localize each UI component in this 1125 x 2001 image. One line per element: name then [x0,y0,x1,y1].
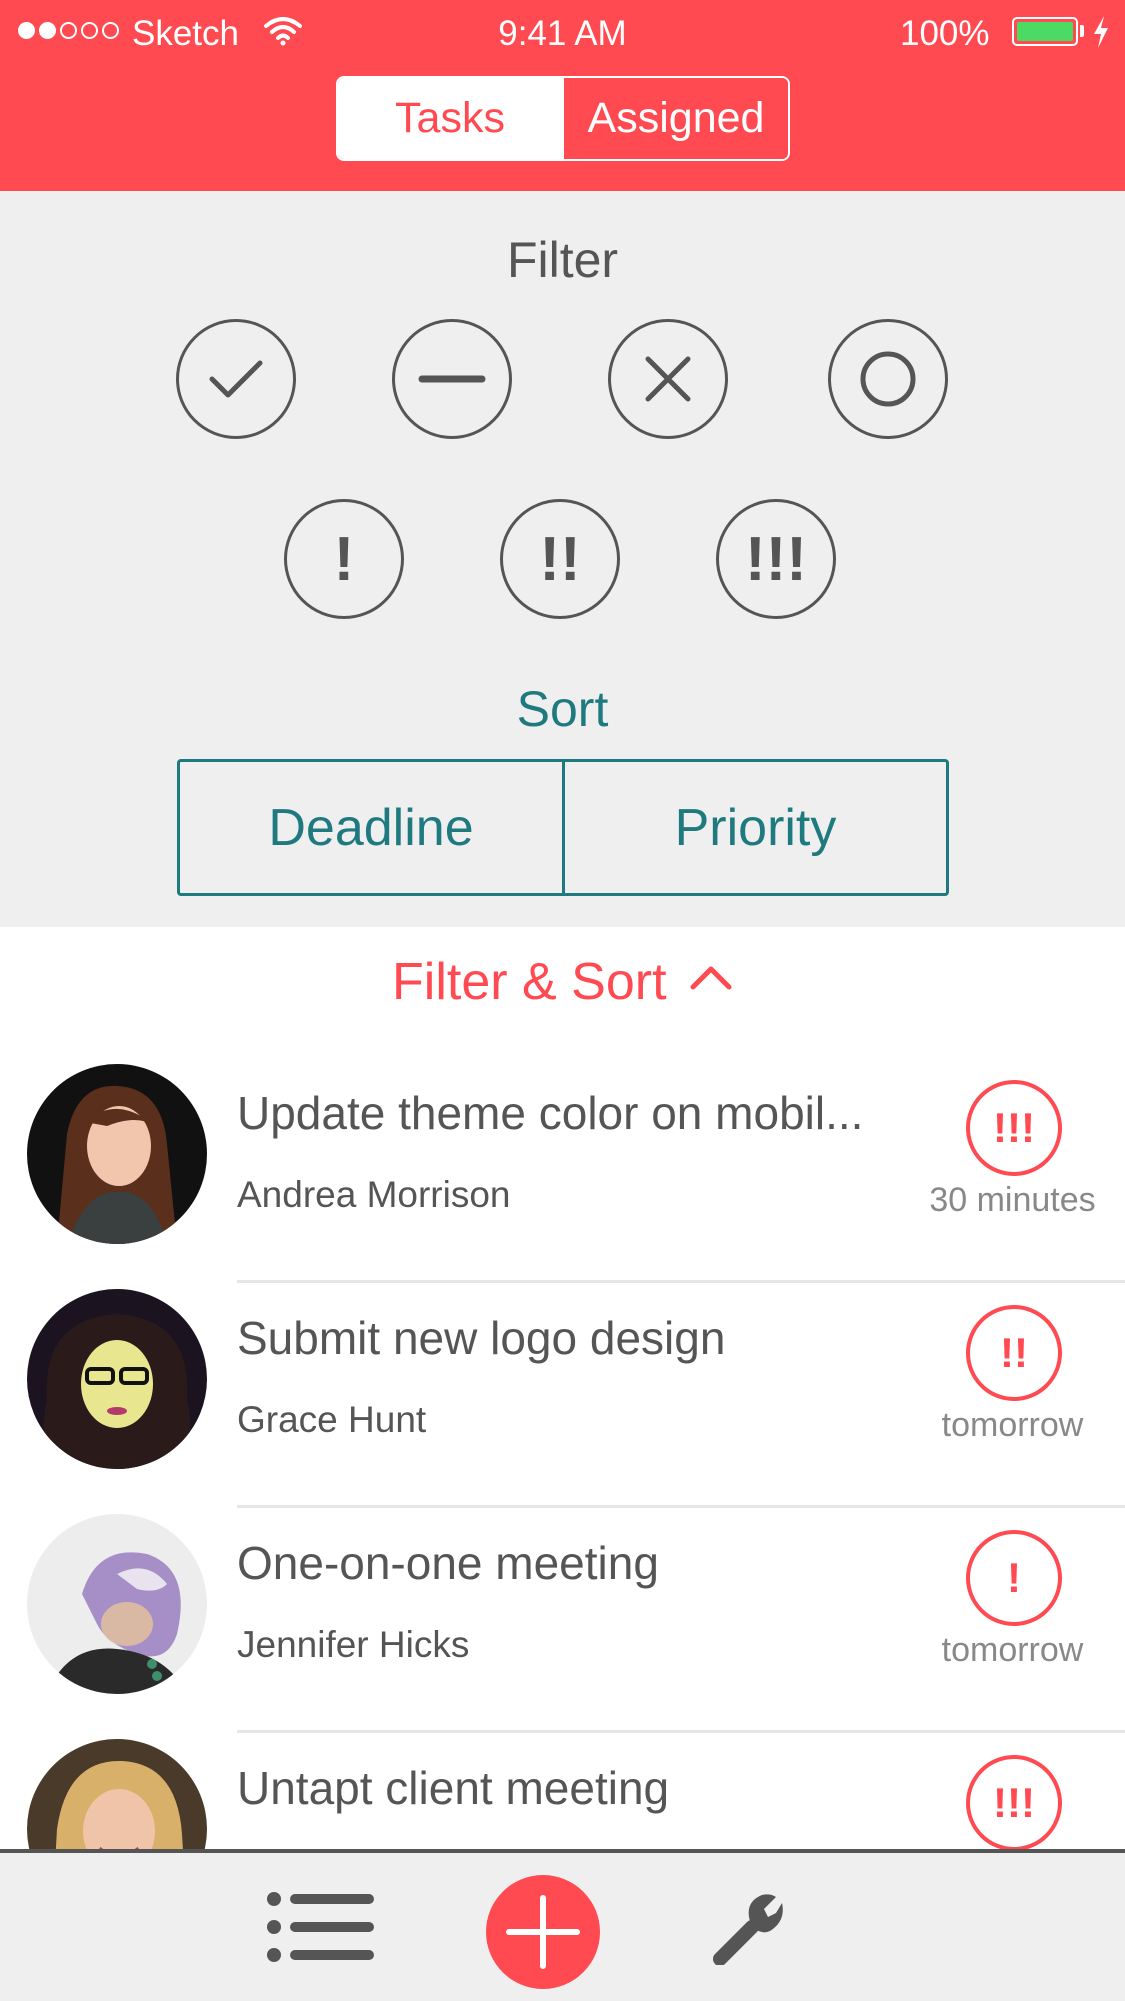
task-due: tomorrow [941,1406,1084,1444]
minus-icon [418,375,486,383]
check-icon [209,360,263,398]
circle-icon [860,351,916,407]
plus-icon [506,1895,580,1969]
wrench-icon[interactable] [712,1889,784,1965]
status-bar: Sketch 9:41 AM 100% [0,0,1125,66]
battery-percentage: 100% [900,14,990,53]
filter-priority-high-button[interactable]: !!! [716,499,836,619]
header: Sketch 9:41 AM 100% Tasks Assigned [0,0,1125,191]
task-row[interactable]: One-on-one meeting Jennifer Hicks ! tomo… [0,1508,1125,1733]
charging-icon [1094,16,1108,48]
task-due: tomorrow [941,1631,1084,1669]
filter-cancelled-button[interactable] [608,319,728,439]
battery-icon [1012,17,1078,46]
tasks-assigned-segmented-control: Tasks Assigned [336,76,790,161]
chevron-up-icon [690,966,732,990]
task-assignee: Jennifer Hicks [237,1624,470,1665]
filter-sort-panel: Filter ! !! !!! Sort Deadline Priority [0,191,1125,927]
add-task-button[interactable] [486,1875,600,1989]
task-assignee: Grace Hunt [237,1399,427,1440]
priority-badge: !!! [966,1755,1062,1851]
sort-priority-button[interactable]: Priority [565,762,946,893]
avatar [27,1514,207,1694]
task-title: Submit new logo design [237,1312,726,1364]
tab-bar [0,1849,1125,2001]
battery-tip [1080,25,1084,37]
task-assignee: Andrea Morrison [237,1174,511,1215]
list-icon[interactable] [266,1891,376,1963]
filter-complete-button[interactable] [176,319,296,439]
avatar [27,1739,207,1853]
priority-badge: !! [966,1305,1062,1401]
priority-badge: !!! [966,1080,1062,1176]
tab-tasks[interactable]: Tasks [338,78,562,159]
filter-sort-toggle-label: Filter & Sort [392,953,667,1011]
x-icon [645,356,691,402]
task-title: Update theme color on mobil... [237,1087,864,1139]
priority-badge: ! [966,1530,1062,1626]
filter-priority-medium-button[interactable]: !! [500,499,620,619]
task-row[interactable]: Update theme color on mobil... Andrea Mo… [0,1058,1125,1283]
task-due: 30 minutes [929,1181,1096,1219]
task-title: One-on-one meeting [237,1537,659,1589]
task-row[interactable]: Untapt client meeting !!! [0,1733,1125,1853]
screen: Sketch 9:41 AM 100% Tasks Assigned Filte… [0,0,1125,2001]
filter-priority-low-button[interactable]: ! [284,499,404,619]
task-row[interactable]: Submit new logo design Grace Hunt !! tom… [0,1283,1125,1508]
sort-segmented-control: Deadline Priority [177,759,949,896]
task-title: Untapt client meeting [237,1762,670,1814]
avatar [27,1289,207,1469]
tab-assigned[interactable]: Assigned [562,78,788,159]
filter-title: Filter [506,232,619,288]
filter-open-button[interactable] [828,319,948,439]
task-list: Update theme color on mobil... Andrea Mo… [0,1058,1125,1853]
filter-in-progress-button[interactable] [392,319,512,439]
avatar [27,1064,207,1244]
sort-deadline-button[interactable]: Deadline [180,762,565,893]
filter-sort-toggle[interactable]: Filter & Sort [0,952,1125,1012]
sort-title: Sort [516,681,609,737]
